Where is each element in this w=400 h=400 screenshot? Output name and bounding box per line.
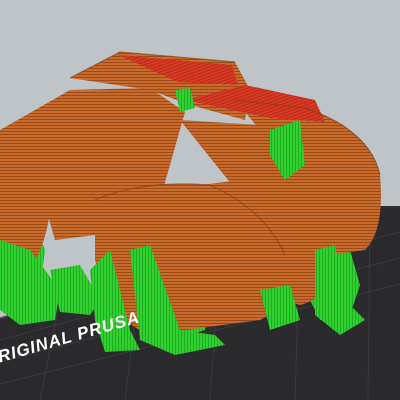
gcode-preview-viewport[interactable]: ORIGINAL PRUSA [0, 0, 400, 400]
